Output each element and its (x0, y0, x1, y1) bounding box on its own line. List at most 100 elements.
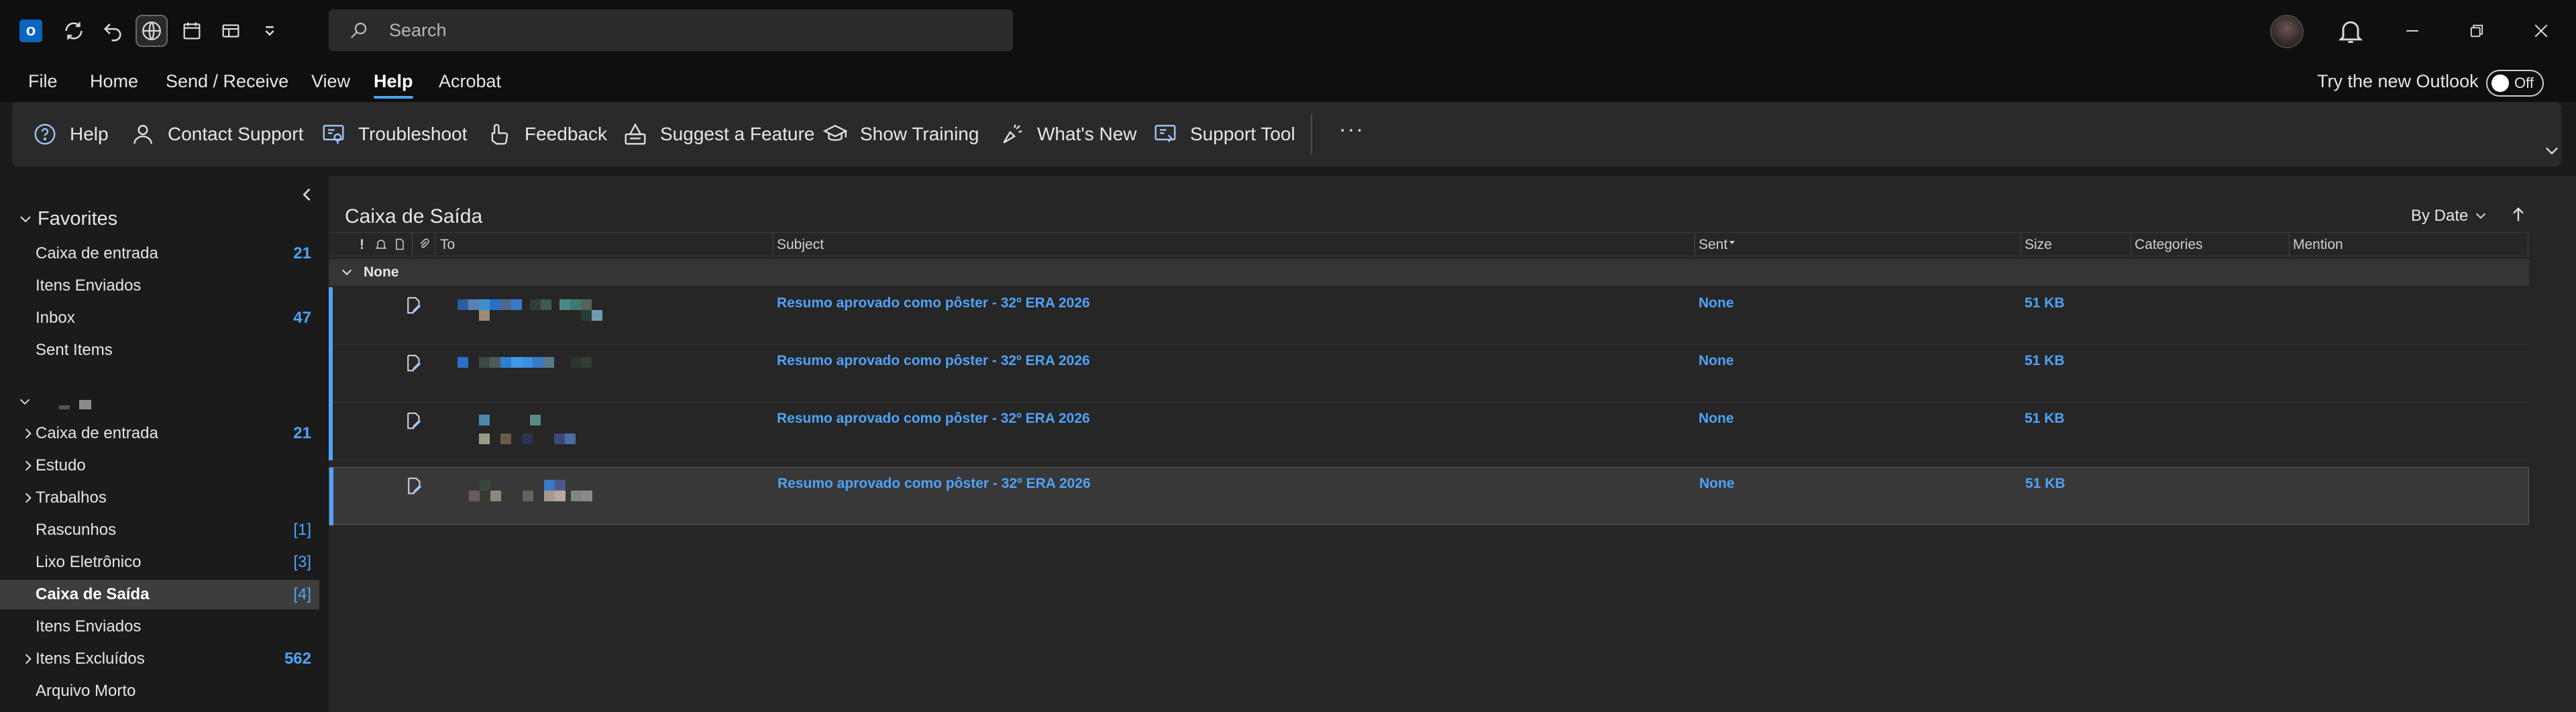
person-icon (133, 125, 152, 144)
whats-new-label: What's New (1037, 123, 1137, 144)
globe-icon[interactable] (136, 15, 168, 47)
favorite-item-sent-items[interactable]: Sent Items (0, 336, 319, 365)
board-icon[interactable] (215, 15, 247, 47)
sort-direction-arrow-icon[interactable] (2509, 205, 2528, 224)
redacted-recipient (457, 478, 658, 512)
unread-count: 21 (293, 244, 311, 262)
customize-toolbar-icon[interactable] (254, 15, 286, 47)
sort-by-dropdown[interactable]: By Date (2411, 207, 2488, 225)
show-training-button[interactable]: Show Training (822, 119, 979, 149)
close-icon[interactable] (2526, 16, 2556, 46)
graduation-cap-icon (822, 125, 848, 141)
message-row[interactable]: Resumo aprovado como pôster - 32º ERA 20… (329, 403, 2529, 460)
draft-edit-icon (407, 297, 421, 314)
message-size: 51 KB (2025, 411, 2065, 426)
favorite-item-itens-enviados[interactable]: Itens Enviados (0, 271, 319, 301)
group-label: None (364, 264, 399, 280)
column-to[interactable]: To (440, 237, 455, 253)
search-input[interactable] (389, 19, 993, 41)
folder-rascunhos[interactable]: Rascunhos [1] (0, 515, 319, 545)
collapse-pane-icon[interactable] (298, 185, 317, 204)
folder-itens-enviados[interactable]: Itens Enviados (0, 612, 319, 642)
message-row-selected[interactable]: Resumo aprovado como pôster - 32º ERA 20… (329, 467, 2529, 525)
bell-icon[interactable] (2336, 16, 2365, 46)
document-icon[interactable] (393, 237, 407, 252)
message-size: 51 KB (2025, 476, 2065, 491)
message-subject: Resumo aprovado como pôster - 32º ERA 20… (777, 411, 1090, 426)
message-list-pane: Caixa de Saída By Date ! To Subject Sent… (329, 176, 2576, 712)
column-sent[interactable]: Sent (1699, 237, 1727, 253)
favorite-item-caixa-de-entrada[interactable]: Caixa de entrada 21 (0, 239, 319, 268)
folder-label: Itens Excluídos (36, 650, 145, 668)
group-header-none[interactable]: None (329, 259, 2529, 286)
folder-itens-excluidos[interactable]: Itens Excluídos 562 (0, 644, 319, 674)
folder-trabalhos[interactable]: Trabalhos (0, 483, 319, 513)
column-divider[interactable] (412, 233, 413, 257)
contact-support-button[interactable]: Contact Support (130, 119, 303, 149)
column-categories[interactable]: Categories (2135, 237, 2203, 253)
suggest-feature-icon (625, 123, 646, 145)
minimize-icon[interactable] (2398, 16, 2427, 46)
menu-acrobat[interactable]: Acrobat (439, 71, 501, 92)
column-header-row: ! To Subject Sent Size Categories Mentio… (329, 232, 2529, 257)
column-divider[interactable] (2289, 233, 2290, 257)
more-commands-icon[interactable]: ··· (1339, 117, 1364, 142)
menu-file[interactable]: File (28, 71, 58, 92)
message-row[interactable]: Resumo aprovado como pôster - 32º ERA 20… (329, 345, 2529, 403)
unread-count: 47 (293, 309, 311, 327)
ribbon-divider (1311, 114, 1312, 154)
help-button[interactable]: Help (32, 119, 109, 149)
avatar[interactable] (2270, 15, 2304, 48)
menu-help[interactable]: Help (374, 71, 413, 99)
folder-label: Arquivo Morto (36, 682, 136, 700)
folder-label: Rascunhos (36, 521, 117, 539)
folder-estudo[interactable]: Estudo (0, 451, 319, 480)
suggest-feature-button[interactable]: Suggest a Feature (623, 119, 814, 149)
troubleshoot-button[interactable]: Troubleshoot (321, 119, 467, 149)
favorites-header[interactable]: Favorites (17, 208, 117, 230)
unsent-indicator (329, 345, 333, 403)
column-subject[interactable]: Subject (777, 237, 824, 253)
menu-send-receive[interactable]: Send / Receive (166, 71, 288, 92)
contact-support-label: Contact Support (168, 123, 304, 144)
message-size: 51 KB (2025, 353, 2065, 368)
folder-label: Caixa de entrada (36, 424, 158, 442)
message-row[interactable]: Resumo aprovado como pôster - 32º ERA 20… (329, 287, 2529, 345)
feedback-button[interactable]: Feedback (487, 119, 607, 149)
sort-indicator-icon (1729, 241, 1735, 244)
ribbon-expand-chevron-icon[interactable] (2542, 141, 2561, 160)
message-sent: None (1699, 476, 1735, 491)
column-size[interactable]: Size (2025, 237, 2052, 253)
favorite-item-inbox[interactable]: Inbox 47 (0, 303, 319, 333)
unsent-indicator (329, 468, 333, 525)
folder-caixa-de-saida[interactable]: Caixa de Saída [4] (0, 580, 319, 609)
folder-arquivo-morto[interactable]: Arquivo Morto (0, 676, 319, 706)
menu-home[interactable]: Home (90, 71, 138, 92)
toggle-knob (2491, 74, 2509, 92)
account-header[interactable] (15, 391, 149, 411)
message-subject: Resumo aprovado como pôster - 32º ERA 20… (777, 476, 1091, 491)
unsent-indicator (329, 287, 333, 345)
reminder-bell-icon[interactable] (374, 237, 388, 252)
new-outlook-toggle[interactable]: Off (2486, 70, 2544, 97)
support-tool-button[interactable]: Support Tool (1152, 119, 1295, 149)
attachment-icon[interactable] (417, 237, 431, 252)
search-box[interactable] (329, 9, 1013, 51)
menu-view[interactable]: View (311, 71, 350, 92)
folder-pane: Favorites Caixa de entrada 21 Itens Envi… (0, 176, 323, 712)
restore-icon[interactable] (2462, 16, 2491, 46)
calendar-icon[interactable] (176, 15, 208, 47)
whats-new-button[interactable]: What's New (1000, 119, 1137, 149)
sync-icon[interactable] (58, 15, 90, 47)
column-importance[interactable]: ! (360, 237, 364, 253)
undo-icon[interactable] (97, 15, 129, 47)
column-mention[interactable]: Mention (2293, 237, 2343, 253)
folder-caixa-de-entrada[interactable]: Caixa de entrada 21 (0, 419, 319, 448)
chevron-right-icon (25, 428, 32, 439)
chevron-down-icon (2476, 213, 2486, 219)
folder-lixo-eletronico[interactable]: Lixo Eletrônico [3] (0, 548, 319, 577)
megaphone-icon (1003, 124, 1022, 144)
message-sent: None (1699, 411, 1734, 426)
try-new-outlook-label: Try the new Outlook (2317, 71, 2479, 91)
redacted-recipient (456, 413, 657, 447)
